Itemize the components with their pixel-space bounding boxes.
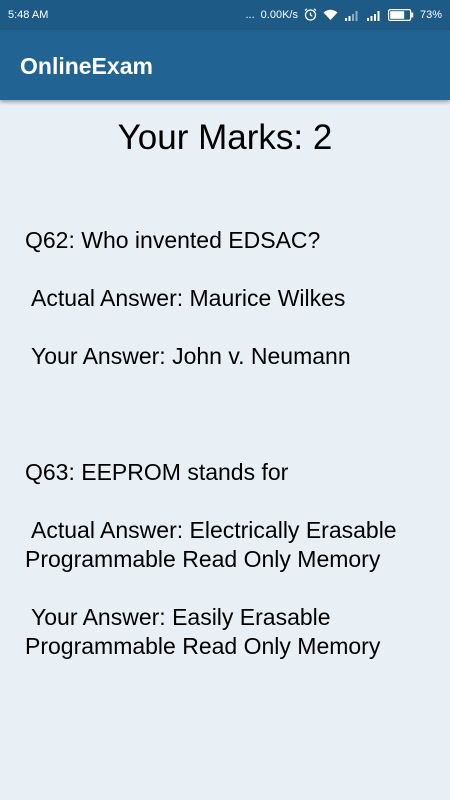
your-answer: Your Answer: Easily Erasable Programmabl… — [25, 604, 381, 659]
question-text: Q62: Who invented EDSAC? — [25, 227, 321, 253]
status-time: 5:48 AM — [8, 9, 49, 21]
marks-heading: Your Marks: 2 — [117, 118, 333, 157]
status-icons: ... 0.00K/s 73% — [245, 8, 442, 21]
wifi-icon — [323, 9, 338, 20]
your-answer: Your Answer: John v. Neumann — [31, 343, 351, 369]
more-dots: ... — [245, 8, 255, 21]
app-title: OnlineExam — [20, 53, 153, 79]
alarm-icon — [304, 8, 317, 21]
question-text: Q63: EEPROM stands for — [25, 459, 289, 485]
question-block: Q63: EEPROM stands for Actual Answer: El… — [25, 458, 425, 661]
signal-icon-2 — [366, 10, 380, 21]
signal-icon — [344, 10, 358, 21]
actual-answer: Actual Answer: Maurice Wilkes — [31, 285, 346, 311]
actual-answer: Actual Answer: Electrically Erasable Pro… — [25, 517, 397, 572]
network-speed: 0.00K/s — [260, 8, 298, 21]
question-block: Q62: Who invented EDSAC? Actual Answer: … — [25, 226, 425, 371]
app-bar: OnlineExam — [0, 30, 450, 100]
battery-icon — [387, 8, 414, 21]
battery-percent: 73% — [419, 8, 442, 21]
status-bar: 5:48 AM ... 0.00K/s 73% — [0, 0, 450, 30]
